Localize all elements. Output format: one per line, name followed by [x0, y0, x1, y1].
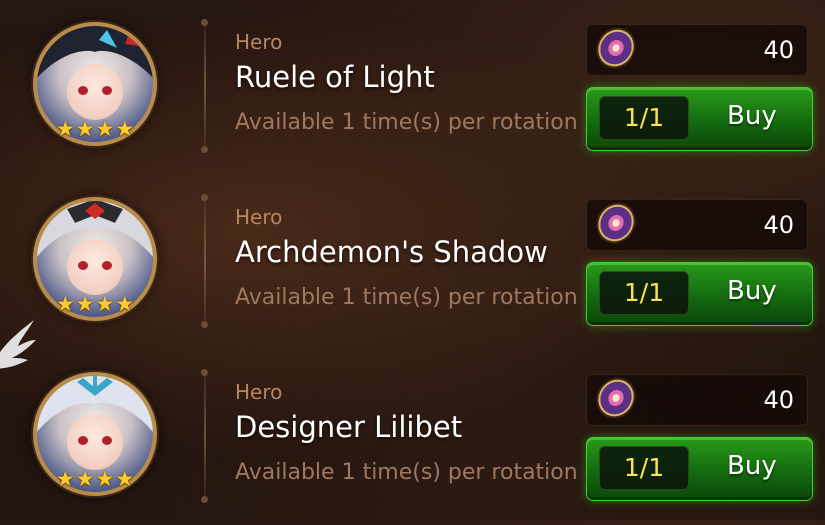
purchase-count: 1/1 [599, 271, 689, 315]
price-value: 40 [763, 36, 794, 64]
hero-name: Archdemon's Shadow [235, 235, 548, 269]
buy-label: Buy [727, 451, 777, 481]
availability-text: Available 1 time(s) per rotation [235, 285, 578, 310]
hero-name: Ruele of Light [235, 60, 435, 94]
hero-face [67, 414, 123, 470]
star-icon: ★ [55, 467, 75, 491]
price-value: 40 [763, 211, 794, 239]
shop-item-row: ★ ★ ★ ★ Hero Archdemon's Shadow Availabl… [0, 175, 825, 350]
divider [201, 194, 208, 328]
wing-decoration-icon [0, 320, 36, 369]
star-icon: ★ [75, 292, 95, 316]
hero-name: Designer Lilibet [235, 410, 463, 444]
star-icon: ★ [115, 292, 135, 316]
price-value: 40 [763, 386, 794, 414]
star-icon: ★ [95, 117, 115, 141]
buy-label: Buy [727, 101, 777, 131]
price-box: 40 [586, 24, 808, 76]
gold-token-icon [596, 376, 636, 420]
divider [201, 369, 208, 503]
star-icon: ★ [95, 467, 115, 491]
shop-item-row: ★ ★ ★ ★ Hero Designer Lilibet Available … [0, 350, 825, 525]
hero-face [67, 239, 123, 295]
buy-button[interactable]: 1/1 Buy [586, 262, 813, 326]
availability-text: Available 1 time(s) per rotation [235, 110, 578, 135]
price-box: 40 [586, 374, 808, 426]
star-icon: ★ [55, 292, 75, 316]
star-icon: ★ [115, 117, 135, 141]
star-icon: ★ [75, 467, 95, 491]
star-icon: ★ [95, 292, 115, 316]
buy-label: Buy [727, 276, 777, 306]
star-icon: ★ [55, 117, 75, 141]
shop-item-row: ★ ★ ★ ★ Hero Ruele of Light Available 1 … [0, 0, 825, 175]
availability-text: Available 1 time(s) per rotation [235, 460, 578, 485]
divider [201, 19, 208, 153]
rarity-stars: ★ ★ ★ ★ [52, 118, 138, 140]
star-icon: ★ [115, 467, 135, 491]
buy-button[interactable]: 1/1 Buy [586, 87, 813, 151]
gold-token-icon [596, 26, 636, 70]
purchase-count: 1/1 [599, 446, 689, 490]
rarity-stars: ★ ★ ★ ★ [52, 468, 138, 490]
item-type: Hero [235, 30, 283, 54]
item-type: Hero [235, 205, 283, 229]
gold-token-icon [596, 201, 636, 245]
hero-face [67, 64, 123, 120]
star-icon: ★ [75, 117, 95, 141]
purchase-count: 1/1 [599, 96, 689, 140]
item-type: Hero [235, 380, 283, 404]
rarity-stars: ★ ★ ★ ★ [52, 293, 138, 315]
buy-button[interactable]: 1/1 Buy [586, 437, 813, 501]
price-box: 40 [586, 199, 808, 251]
